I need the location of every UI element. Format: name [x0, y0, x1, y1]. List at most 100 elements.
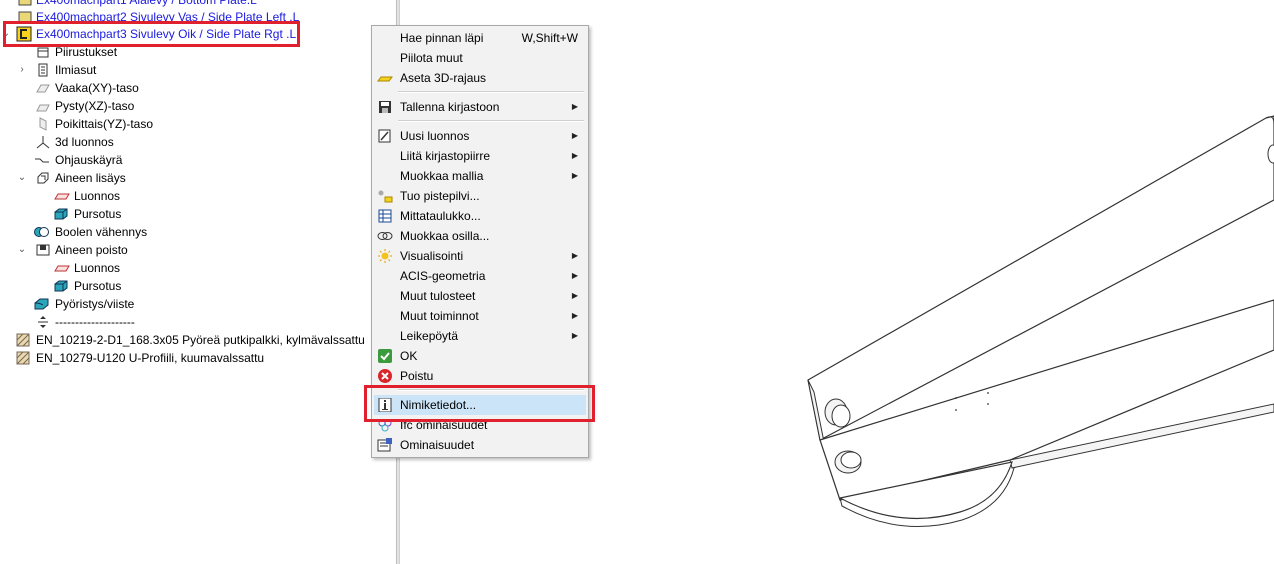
sun-icon — [377, 249, 393, 263]
tree-item-drawings[interactable]: Piirustukset — [0, 43, 396, 61]
list-icon — [36, 63, 50, 77]
tree-item-plane-xy[interactable]: Vaaka(XY)-taso — [0, 79, 396, 97]
tree-item-label: Piirustukset — [55, 45, 118, 59]
drawing-icon — [36, 45, 50, 59]
tree-item-label: Aineen poisto — [55, 243, 128, 257]
tree-item-3d-sketch[interactable]: 3d luonnos — [0, 133, 396, 151]
submenu-arrow-icon: ▶ — [571, 271, 578, 280]
tree-item-label: Pursotus — [74, 279, 122, 293]
chevron-right-icon[interactable]: › — [16, 61, 28, 79]
menu-item-other-actions[interactable]: Muut toiminnot ▶ — [374, 306, 586, 326]
menu-item-save-library[interactable]: Tallenna kirjastoon ▶ — [374, 97, 586, 117]
tree-item-add-material[interactable]: ⌄ Aineen lisäys — [0, 169, 396, 187]
submenu-arrow-icon: ▶ — [571, 291, 578, 300]
tree-item-label: Pyöristys/viiste — [55, 297, 135, 311]
submenu-arrow-icon: ▶ — [571, 102, 578, 111]
menu-item-label: Leikepöytä — [400, 329, 459, 343]
tree-item-label: Ilmiasut — [55, 63, 97, 77]
menu-item-attach-library-feature[interactable]: Liitä kirjastopiirre ▶ — [374, 146, 586, 166]
tree-item-profile-u[interactable]: EN_10279-U120 U-Profiili, kuumavalssattu — [0, 349, 396, 367]
submenu-arrow-icon: ▶ — [571, 151, 578, 160]
properties-icon — [377, 438, 393, 452]
menu-item-label: Muokkaa mallia — [400, 169, 484, 183]
menu-item-acis-geometry[interactable]: ACIS-geometria ▶ — [374, 266, 586, 286]
menu-item-label: ACIS-geometria — [400, 269, 486, 283]
sketch-icon — [54, 189, 70, 203]
menu-item-label: Mittataulukko... — [400, 209, 481, 223]
menu-item-other-outputs[interactable]: Muut tulosteet ▶ — [374, 286, 586, 306]
chevron-down-icon[interactable]: ⌄ — [16, 241, 28, 259]
checkmark-icon — [377, 349, 393, 363]
tree-item-label: Luonnos — [74, 261, 121, 275]
close-icon — [377, 369, 393, 383]
menu-item-clipboard[interactable]: Leikepöytä ▶ — [374, 326, 586, 346]
tree-item-sketch[interactable]: Luonnos — [0, 187, 396, 205]
menu-item-exit[interactable]: Poistu — [374, 366, 586, 386]
tree-item-remove-material[interactable]: ⌄ Aineen poisto — [0, 241, 396, 259]
menu-item-set-3d-clip[interactable]: Aseta 3D-rajaus — [374, 68, 586, 88]
submenu-arrow-icon: ▶ — [571, 311, 578, 320]
menu-item-label: OK — [400, 349, 418, 363]
table-icon — [377, 209, 393, 223]
tree-item-label: EN_10219-2-D1_168.3x05 Pyöreä putkipalkk… — [36, 333, 365, 347]
tree-item-plane-yz[interactable]: Poikittais(YZ)-taso — [0, 115, 396, 133]
menu-item-label: Hae pinnan läpi — [400, 31, 484, 45]
menu-item-label: Muut toiminnot — [400, 309, 479, 323]
tree-item-extrude[interactable]: Pursotus — [0, 277, 396, 295]
tree-item-end-marker[interactable]: -------------------- — [0, 313, 396, 331]
pencil-icon — [377, 129, 393, 143]
tree-item-plane-xz[interactable]: Pysty(XZ)-taso — [0, 97, 396, 115]
tree-item-label: Poikittais(YZ)-taso — [55, 117, 154, 131]
tree-item-extrude[interactable]: Pursotus — [0, 205, 396, 223]
menu-item-label: Uusi luonnos — [400, 129, 470, 143]
extrude-icon — [54, 279, 68, 293]
tree-item-profile-pipe[interactable]: EN_10219-2-D1_168.3x05 Pyöreä putkipalkk… — [0, 331, 396, 349]
link-rings-icon — [377, 229, 393, 243]
tree-item-label: Boolen vähennys — [55, 225, 148, 239]
menu-item-visualization[interactable]: Visualisointi ▶ — [374, 246, 586, 266]
menu-item-new-sketch[interactable]: Uusi luonnos ▶ — [374, 126, 586, 146]
menu-item-hide-others[interactable]: Piilota muut — [374, 48, 586, 68]
chevron-down-icon[interactable]: ⌄ — [16, 169, 28, 187]
tree-item-label: EN_10279-U120 U-Profiili, kuumavalssattu — [36, 351, 265, 365]
tree-item-fillet[interactable]: Pyöristys/viiste — [0, 295, 396, 313]
menu-item-import-point-cloud[interactable]: Tuo pistepilvi... — [374, 186, 586, 206]
clip-box-icon — [377, 71, 393, 85]
add-material-icon — [36, 171, 50, 185]
menu-item-dimension-table[interactable]: Mittataulukko... — [374, 206, 586, 226]
feature-tree-panel: Ex400machpart1 Alalevy / Bottom Plate.L … — [0, 0, 396, 564]
save-icon — [377, 100, 393, 114]
plane-icon — [36, 99, 50, 113]
menu-item-edit-by-parts[interactable]: Muokkaa osilla... — [374, 226, 586, 246]
menu-item-pick-through[interactable]: Hae pinnan läpi W,Shift+W — [374, 28, 586, 48]
tree-item-boolean-subtract[interactable]: Boolen vähennys — [0, 223, 396, 241]
menu-item-label: Muut tulosteet — [400, 289, 476, 303]
move-arrows-icon — [36, 315, 50, 329]
point-cloud-icon — [377, 189, 393, 203]
menu-item-ok[interactable]: OK — [374, 346, 586, 366]
extrude-icon — [54, 207, 68, 221]
profile-icon — [16, 351, 30, 365]
tree-item-guide-curve[interactable]: Ohjauskäyrä — [0, 151, 396, 169]
menu-item-label: Poistu — [400, 369, 434, 383]
part-icon — [18, 0, 32, 7]
menu-item-label: Liitä kirjastopiirre — [400, 149, 491, 163]
tree-item-label: Ohjauskäyrä — [55, 153, 123, 167]
submenu-arrow-icon: ▶ — [571, 131, 578, 140]
tree-item-appearances[interactable]: › Ilmiasut — [0, 61, 396, 79]
menu-item-properties[interactable]: Ominaisuudet — [374, 435, 586, 455]
boolean-icon — [34, 225, 49, 239]
plane-icon — [36, 81, 50, 95]
tree-item-sketch[interactable]: Luonnos — [0, 259, 396, 277]
submenu-arrow-icon: ▶ — [571, 251, 578, 260]
highlight-box — [364, 385, 595, 422]
tree-item-label: Luonnos — [74, 189, 121, 203]
menu-separator — [398, 91, 584, 93]
tree-item-label: Pysty(XZ)-taso — [55, 99, 135, 113]
profile-icon — [16, 333, 30, 347]
tree-item-label: Pursotus — [74, 207, 122, 221]
menu-item-edit-model[interactable]: Muokkaa mallia ▶ — [374, 166, 586, 186]
menu-item-label: Visualisointi — [400, 249, 464, 263]
fillet-icon — [34, 297, 49, 311]
menu-item-label: Muokkaa osilla... — [400, 229, 490, 243]
